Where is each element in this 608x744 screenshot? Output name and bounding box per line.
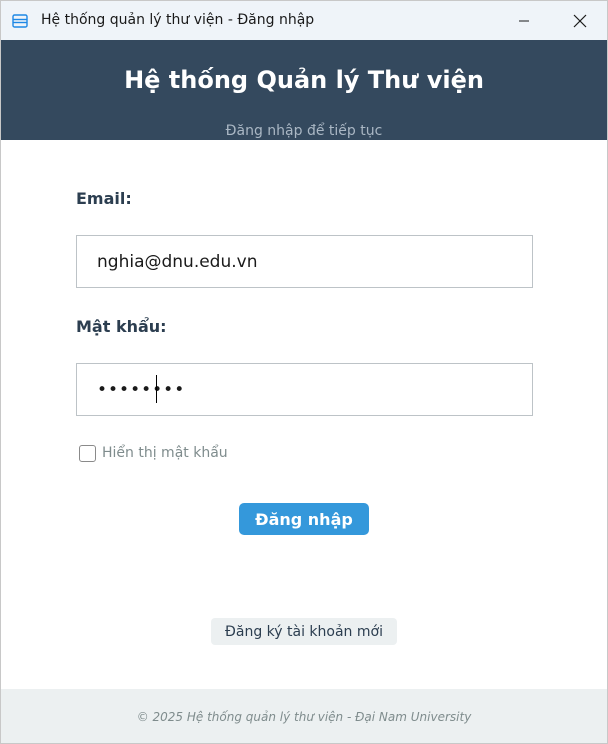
show-password-checkbox[interactable] <box>79 444 96 462</box>
page-title: Hệ thống Quản lý Thư viện <box>124 66 484 94</box>
show-password-label: Hiển thị mật khẩu <box>102 445 228 461</box>
header-banner: Hệ thống Quản lý Thư viện Đăng nhập để t… <box>1 40 607 140</box>
window-title: Hệ thống quản lý thư viện - Đăng nhập <box>41 12 315 28</box>
app-window-icon <box>12 14 28 28</box>
password-field[interactable] <box>76 363 533 416</box>
footer: © 2025 Hệ thống quản lý thư viện - Đại N… <box>1 689 607 743</box>
login-window: Hệ thống quản lý thư viện - Đăng nhập Hệ… <box>0 0 608 744</box>
text-caret <box>156 375 157 403</box>
register-button[interactable]: Đăng ký tài khoản mới <box>211 618 397 645</box>
minimize-icon <box>519 20 529 21</box>
close-icon <box>573 14 587 27</box>
footer-copyright: © 2025 Hệ thống quản lý thư viện - Đại N… <box>136 710 472 724</box>
login-button[interactable]: Đăng nhập <box>239 503 369 535</box>
title-bar: Hệ thống quản lý thư viện - Đăng nhập <box>1 1 607 40</box>
minimize-button[interactable] <box>501 1 547 40</box>
email-field[interactable] <box>76 235 533 288</box>
email-label: Email: <box>76 189 132 208</box>
show-password-toggle[interactable]: Hiển thị mật khẩu <box>79 444 228 462</box>
password-label: Mật khẩu: <box>76 317 167 336</box>
close-button[interactable] <box>557 1 603 40</box>
page-subtitle: Đăng nhập để tiếp tục <box>225 123 383 139</box>
